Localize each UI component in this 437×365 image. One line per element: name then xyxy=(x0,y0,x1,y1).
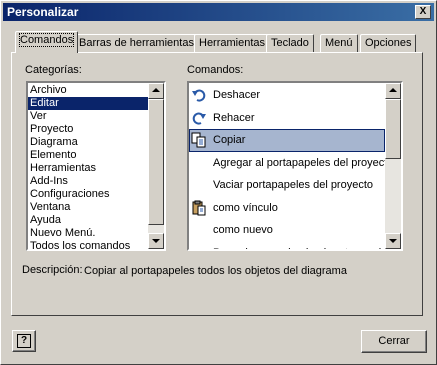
command-label: como vínculo xyxy=(213,201,278,214)
category-item[interactable]: Diagrama xyxy=(28,136,148,149)
arrow-up-icon xyxy=(389,88,397,92)
category-item[interactable]: Proyecto xyxy=(28,123,148,136)
command-item[interactable]: Copiar xyxy=(189,129,385,152)
command-label: Copiar xyxy=(213,134,246,146)
command-label: Deshacer xyxy=(213,89,261,101)
category-item[interactable]: Configuraciones xyxy=(28,188,148,201)
commands-label: Comandos: xyxy=(187,64,244,76)
redo-icon xyxy=(191,110,207,126)
scroll-up-button[interactable] xyxy=(148,83,164,99)
category-item[interactable]: Todos los comandos xyxy=(28,240,148,249)
tab-menu[interactable]: Menú xyxy=(320,34,358,52)
command-item[interactable]: como nuevo xyxy=(189,219,385,242)
copy-icon xyxy=(191,132,207,148)
undo-icon xyxy=(191,87,207,103)
dialog-title: Personalizar xyxy=(7,5,79,19)
category-item[interactable]: Archivo xyxy=(28,84,148,97)
help-icon: ? xyxy=(17,334,31,348)
arrow-down-icon xyxy=(389,239,397,243)
arrow-up-icon xyxy=(152,88,160,92)
commands-list[interactable]: Deshacer Rehacer Copiar Agregar al portapap… xyxy=(187,81,403,251)
close-window-button[interactable]: X xyxy=(415,5,431,19)
categories-label: Categorías: xyxy=(25,64,82,76)
category-item[interactable]: Elemento xyxy=(28,149,148,162)
tab-barras-de-herramientas[interactable]: Barras de herramientas xyxy=(74,34,199,52)
command-item[interactable]: como vínculo xyxy=(189,197,385,220)
category-item[interactable]: Editar xyxy=(28,97,148,110)
category-item[interactable]: Nuevo Menú. xyxy=(28,227,148,240)
close-button[interactable]: Cerrar xyxy=(361,330,427,353)
command-label: Agregar al portapapeles del proyecto xyxy=(213,156,385,169)
paste-link-icon xyxy=(191,200,207,216)
description-text: Copiar al portapapeles todos los objetos… xyxy=(84,265,347,277)
scroll-thumb[interactable] xyxy=(385,99,401,159)
command-item[interactable]: Vaciar portapapeles del proyecto xyxy=(189,174,385,197)
category-item[interactable]: Ayuda xyxy=(28,214,148,227)
scroll-thumb[interactable] xyxy=(148,99,164,225)
tab-herramientas[interactable]: Herramientas xyxy=(194,34,271,52)
command-label: Pegar imagen desde el portapapeles xyxy=(213,242,385,250)
scroll-down-button[interactable] xyxy=(148,233,164,249)
help-button[interactable]: ? xyxy=(12,330,36,352)
category-item[interactable]: Ver xyxy=(28,110,148,123)
tab-opciones[interactable]: Opciones xyxy=(360,34,417,52)
arrow-down-icon xyxy=(152,239,160,243)
category-item[interactable]: Add-Ins xyxy=(28,175,148,188)
customize-dialog: Personalizar X Comandos Barras de herram… xyxy=(0,0,437,365)
command-label: como nuevo xyxy=(213,224,273,236)
category-item[interactable]: Herramientas xyxy=(28,162,148,175)
tab-comandos[interactable]: Comandos xyxy=(15,31,79,53)
command-item[interactable]: Agregar al portapapeles del proyecto xyxy=(189,152,385,175)
command-label: Rehacer xyxy=(213,111,255,124)
categories-scrollbar[interactable] xyxy=(148,83,164,249)
command-label: Vaciar portapapeles del proyecto xyxy=(213,179,374,191)
comandos-panel: Categorías: Archivo Editar Ver Proyecto Diag… xyxy=(11,52,423,316)
command-item[interactable]: Rehacer xyxy=(189,107,385,130)
scroll-down-button[interactable] xyxy=(385,233,401,249)
category-item[interactable]: Ventana xyxy=(28,201,148,214)
categories-list[interactable]: Archivo Editar Ver Proyecto Diagrama Elemento… xyxy=(26,81,166,251)
command-item[interactable]: Pegar imagen desde el portapapeles xyxy=(189,242,385,250)
tab-teclado[interactable]: Teclado xyxy=(266,34,314,52)
title-bar[interactable]: Personalizar X xyxy=(3,3,434,21)
commands-scrollbar[interactable] xyxy=(385,83,401,249)
scroll-up-button[interactable] xyxy=(385,83,401,99)
command-item[interactable]: Deshacer xyxy=(189,84,385,107)
description-label: Descripción: xyxy=(22,264,83,276)
